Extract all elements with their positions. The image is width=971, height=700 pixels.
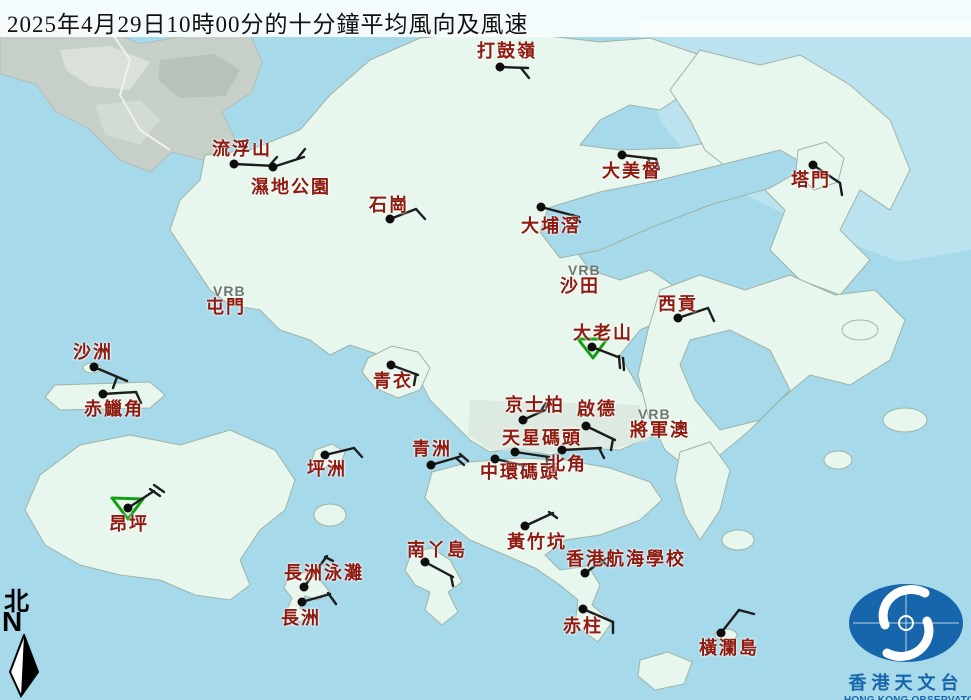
station-label: 西貢 (658, 295, 698, 313)
compass-needle-icon (8, 634, 44, 698)
islet (842, 320, 878, 340)
wind-map: 打鼓嶺流浮山濕地公園石崗大美督塔門大埔滘VRB沙田VRB屯門西貢大老山沙洲赤鱲角… (0, 0, 971, 700)
hko-name-cn: 香港天文台 (844, 669, 968, 695)
vrb-indicator: VRB (568, 263, 601, 277)
hko-logo: 香港天文台 HONG KONG OBSERVATORY (844, 583, 968, 697)
station-label: 赤鱲角 (84, 400, 144, 418)
station-label: 大老山 (573, 324, 633, 342)
station-label: 大埔滘 (521, 217, 581, 235)
station-label: 赤柱 (563, 617, 603, 635)
islet (824, 451, 852, 469)
islet (883, 408, 927, 432)
station-label: 天星碼頭 (502, 429, 582, 447)
station-label: 石崗 (369, 196, 409, 214)
station-label: 大美督 (602, 162, 662, 180)
station-label: 屯門 (206, 298, 246, 316)
station-label: 青衣 (373, 372, 413, 390)
station-label: 北角 (547, 455, 587, 473)
station-label: 坪洲 (307, 460, 347, 478)
hko-logo-icon (845, 583, 967, 663)
station-label: 青洲 (412, 440, 452, 458)
station-label: 沙洲 (73, 343, 113, 361)
station-label: 啟德 (577, 400, 617, 418)
map-title: 2025年4月29日10時00分的十分鐘平均風向及風速 (7, 5, 529, 39)
station-label: 黃竹坑 (507, 533, 567, 551)
base-map (0, 0, 971, 700)
station-label: 長洲泳灘 (284, 564, 364, 582)
vrb-indicator: VRB (638, 407, 671, 421)
station-label: 流浮山 (212, 140, 272, 158)
station-label: 橫瀾島 (699, 639, 759, 657)
station-label: 沙田 (560, 277, 600, 295)
station-label: 打鼓嶺 (477, 42, 537, 60)
sha-chau-islet (83, 363, 101, 373)
station-label: 南丫島 (407, 541, 467, 559)
station-label: 塔門 (791, 171, 831, 189)
station-label: 將軍澳 (630, 421, 690, 439)
station-label: 香港航海學校 (566, 550, 686, 568)
vrb-indicator: VRB (213, 284, 246, 298)
station-label: 京士柏 (505, 396, 565, 414)
islet (722, 530, 754, 550)
station-label: 昂坪 (109, 515, 149, 533)
islet (314, 504, 346, 526)
hko-name-en: HONG KONG OBSERVATORY (844, 695, 968, 700)
station-label: 長洲 (281, 609, 321, 627)
station-label: 濕地公園 (251, 178, 331, 196)
